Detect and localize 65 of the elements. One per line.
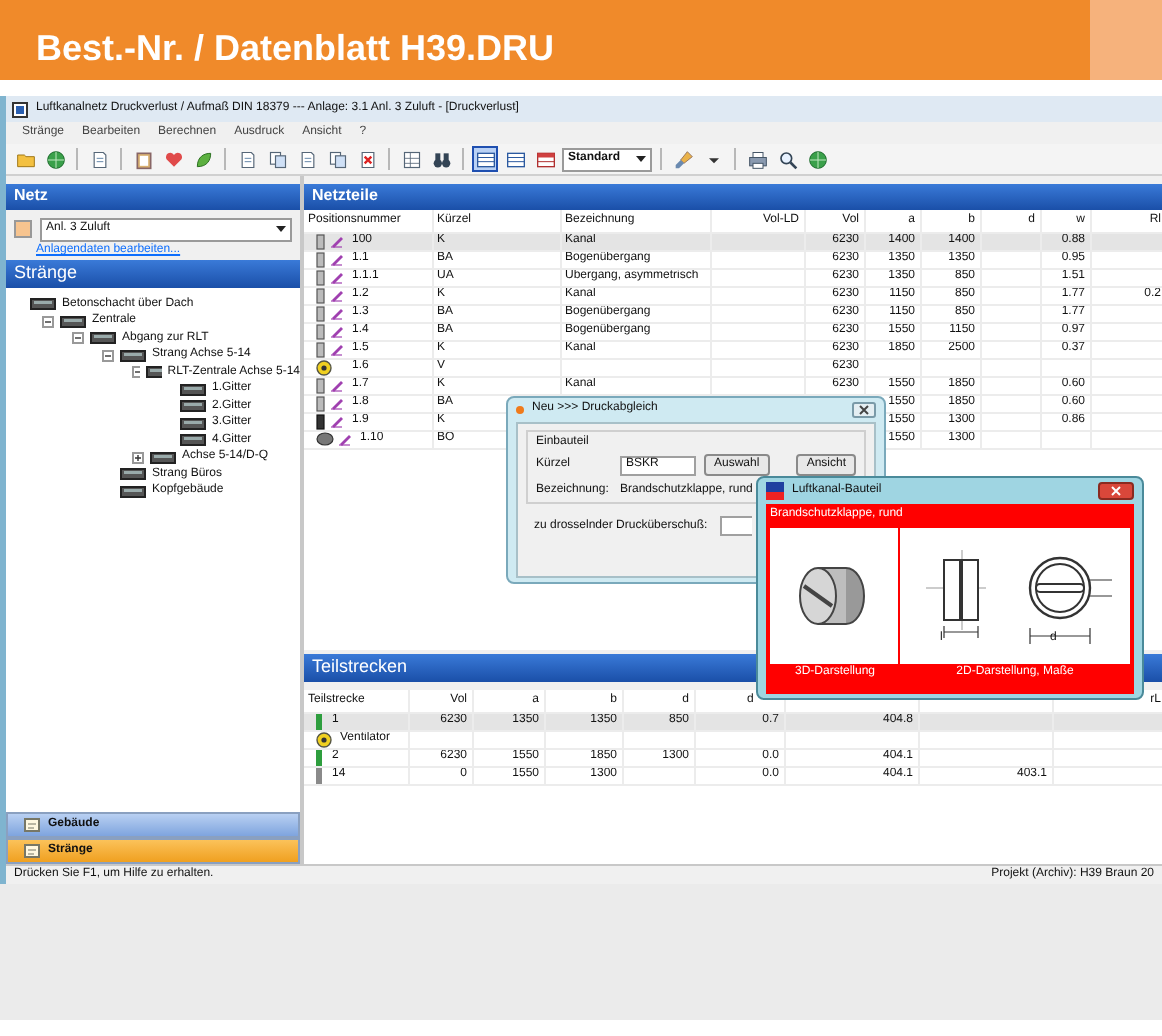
collapse-icon[interactable] bbox=[42, 315, 54, 328]
pencil-icon bbox=[330, 234, 344, 248]
toolbar-separator bbox=[76, 148, 78, 170]
fan-icon bbox=[316, 731, 332, 746]
pencil-icon bbox=[330, 270, 344, 284]
printer-icon[interactable] bbox=[744, 146, 771, 172]
duct-icon bbox=[120, 349, 146, 362]
duct-icon bbox=[145, 366, 162, 379]
duct-icon bbox=[90, 332, 116, 345]
toolbar-separator bbox=[388, 148, 390, 170]
toolbar-separator bbox=[660, 148, 663, 170]
caret-icon bbox=[636, 156, 647, 162]
panel-header: Stränge bbox=[6, 260, 300, 288]
duct-icon bbox=[180, 383, 206, 396]
grid-icon[interactable] bbox=[398, 146, 424, 172]
page-title: Best.-Nr. / Datenblatt H39.DRU bbox=[34, 26, 555, 72]
pencil-icon bbox=[330, 252, 344, 266]
expand-icon[interactable] bbox=[132, 451, 144, 464]
duct-icon bbox=[60, 315, 86, 328]
globe-icon[interactable] bbox=[804, 146, 831, 172]
plant-icon bbox=[14, 220, 32, 238]
panel-header: Netzteile bbox=[304, 184, 1162, 210]
duct-icon bbox=[120, 485, 146, 498]
duct-icon bbox=[180, 434, 206, 447]
close-icon[interactable] bbox=[1098, 482, 1134, 500]
duct-icon bbox=[150, 451, 176, 464]
duct-icon bbox=[120, 468, 146, 481]
pencil-icon bbox=[330, 324, 344, 338]
copy-icon[interactable] bbox=[324, 146, 350, 172]
toolbar-separator bbox=[462, 148, 464, 170]
pencil-icon bbox=[330, 342, 344, 356]
card-icon bbox=[24, 818, 40, 832]
collapse-icon[interactable] bbox=[72, 332, 84, 345]
dot-icon bbox=[516, 406, 524, 414]
duct-icon bbox=[180, 417, 206, 430]
pencil-icon bbox=[338, 432, 352, 446]
segment-icon bbox=[316, 749, 324, 764]
banner-block bbox=[1090, 0, 1162, 80]
segment-icon bbox=[316, 767, 324, 782]
collapse-icon[interactable] bbox=[132, 366, 140, 379]
globe-icon[interactable] bbox=[42, 146, 68, 172]
pressure-field[interactable] bbox=[719, 516, 752, 537]
app-icon bbox=[766, 482, 784, 500]
pencil-icon bbox=[330, 378, 344, 392]
panel-header: Netz bbox=[6, 184, 300, 210]
table-icon[interactable] bbox=[472, 146, 498, 172]
app-icon bbox=[12, 101, 28, 117]
close-icon[interactable] bbox=[852, 402, 876, 418]
toolbar-separator bbox=[734, 148, 737, 170]
duct-icon bbox=[180, 400, 206, 413]
copy-icon[interactable] bbox=[264, 146, 290, 172]
toolbar-separator bbox=[120, 148, 122, 170]
pencil-icon bbox=[330, 396, 344, 410]
fan-icon bbox=[316, 359, 332, 374]
duct-icon bbox=[30, 298, 56, 311]
collapse-icon[interactable] bbox=[102, 349, 114, 362]
segment-icon bbox=[316, 713, 324, 728]
toolbar-separator bbox=[224, 148, 226, 170]
caret-icon bbox=[276, 226, 286, 232]
pencil-icon bbox=[330, 306, 344, 320]
search-icon[interactable] bbox=[774, 146, 801, 172]
card-icon bbox=[24, 844, 40, 858]
pencil-icon bbox=[330, 414, 344, 428]
pencil-icon bbox=[330, 288, 344, 302]
brush-icon[interactable] bbox=[670, 146, 697, 172]
